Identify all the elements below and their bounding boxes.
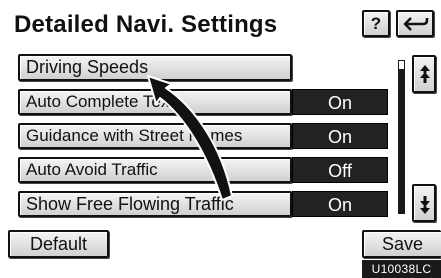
driving-speeds-label: Driving Speeds bbox=[26, 57, 149, 77]
show-free-flowing-traffic-value[interactable]: On bbox=[292, 191, 388, 217]
back-button[interactable] bbox=[396, 10, 434, 37]
scroll-down-button[interactable] bbox=[412, 184, 436, 222]
guidance-street-names-button[interactable]: Guidance with Street Names bbox=[18, 123, 292, 149]
scroll-down-icon bbox=[420, 196, 430, 214]
figure-code: U10038LC bbox=[362, 260, 441, 278]
scrollbar-thumb[interactable] bbox=[398, 60, 405, 70]
save-button-label: Save bbox=[381, 234, 424, 254]
default-button-label: Default bbox=[29, 234, 88, 254]
page-title: Detailed Navi. Settings bbox=[14, 11, 278, 38]
auto-avoid-traffic-label: Auto Avoid Traffic bbox=[26, 160, 158, 179]
help-button-label: ? bbox=[370, 14, 382, 33]
show-free-flowing-traffic-label: Show Free Flowing Traffic bbox=[26, 194, 234, 214]
auto-avoid-traffic-value[interactable]: Off bbox=[292, 157, 388, 183]
scroll-up-icon bbox=[420, 65, 430, 83]
guidance-street-names-label: Guidance with Street Names bbox=[26, 126, 243, 145]
help-button[interactable]: ? bbox=[362, 10, 390, 37]
scroll-up-button[interactable] bbox=[412, 55, 436, 93]
show-free-flowing-traffic-button[interactable]: Show Free Flowing Traffic bbox=[18, 191, 292, 217]
driving-speeds-button[interactable]: Driving Speeds bbox=[18, 54, 292, 81]
auto-avoid-traffic-button[interactable]: Auto Avoid Traffic bbox=[18, 157, 292, 183]
default-button[interactable]: Default bbox=[8, 230, 109, 258]
auto-complete-text-label: Auto Complete Text bbox=[26, 92, 175, 111]
return-arrow-icon bbox=[403, 17, 429, 31]
save-button[interactable]: Save bbox=[362, 230, 441, 258]
guidance-street-names-value[interactable]: On bbox=[292, 123, 388, 149]
scrollbar-track[interactable] bbox=[398, 60, 405, 214]
auto-complete-text-value[interactable]: On bbox=[292, 89, 388, 115]
auto-complete-text-button[interactable]: Auto Complete Text bbox=[18, 89, 292, 115]
navi-settings-screen: Detailed Navi. Settings ? Driving Speeds… bbox=[0, 0, 441, 278]
